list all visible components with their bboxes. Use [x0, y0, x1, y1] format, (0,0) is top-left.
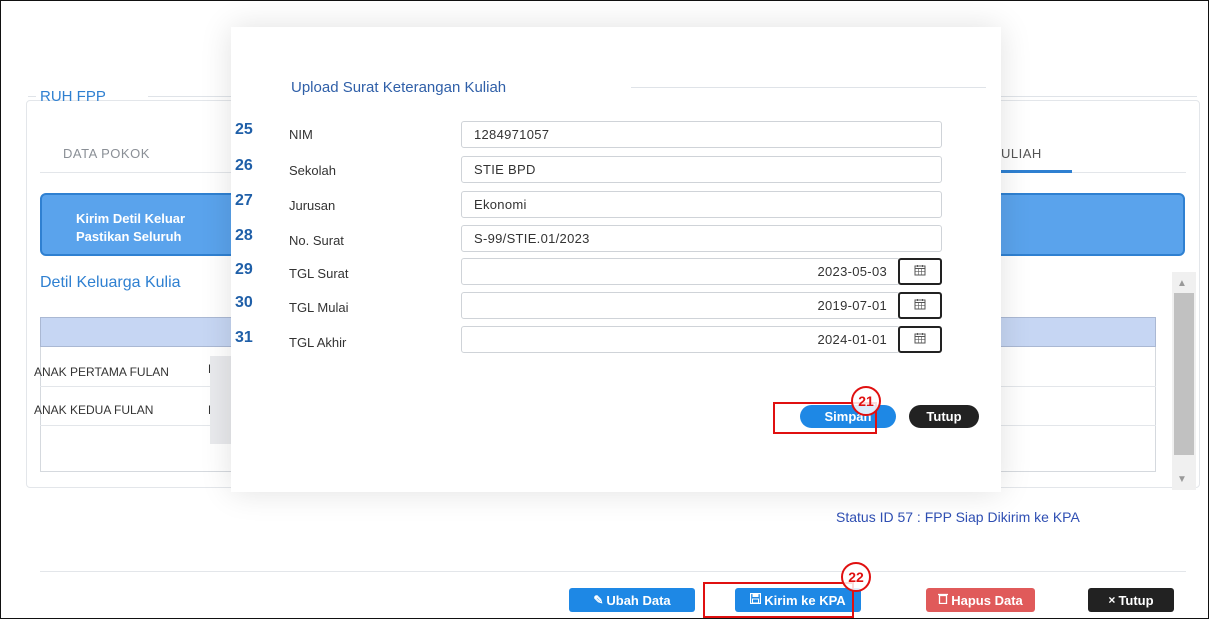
- screenshot-frame: [0, 0, 1209, 619]
